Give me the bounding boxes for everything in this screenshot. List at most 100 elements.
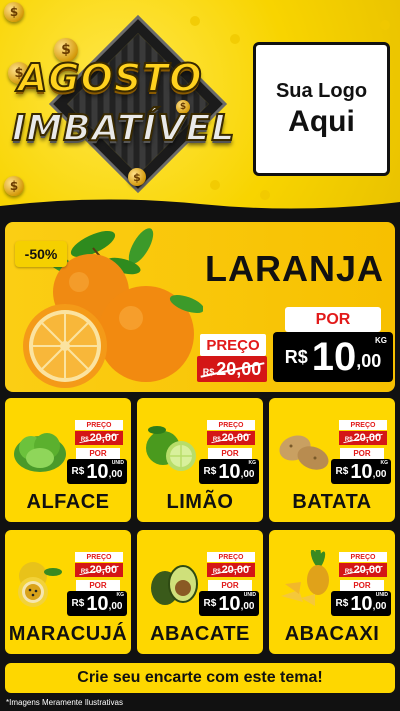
old-price-box: R$20,00: [207, 431, 255, 445]
product-name: LIMÃO: [166, 491, 234, 513]
old-price-box: R$20,00: [207, 563, 255, 577]
currency-symbol: R$: [71, 598, 85, 609]
header-banner: $ $ $ $ $ $ AGOSTO IMBATÍVEL Sua Logo Aq…: [0, 0, 400, 215]
featured-product-name: LARANJA: [205, 248, 385, 289]
price-decimal: ,00: [108, 601, 123, 612]
new-price-label: POR: [208, 580, 252, 591]
old-price-box: R$20,00: [339, 431, 387, 445]
old-price-label: PREÇO: [207, 420, 255, 430]
old-price-label: PREÇO: [75, 552, 123, 562]
price-decimal: ,00: [108, 469, 123, 480]
price-integer: 10: [311, 335, 357, 379]
logo-placeholder: Sua Logo Aqui: [253, 42, 390, 176]
price-unit: KG: [380, 460, 389, 466]
new-price-box: R$ 10 ,00 KG: [273, 332, 393, 382]
old-price-text: R$20,00: [80, 432, 118, 444]
decorative-dot: [380, 20, 390, 30]
price-unit: UNID: [111, 460, 124, 466]
product-name: MARACUJÁ: [8, 623, 128, 645]
old-price-box: R$20,00: [75, 563, 123, 577]
currency-symbol: R$: [284, 346, 308, 367]
old-price-label: PREÇO: [339, 420, 387, 430]
new-price-label: POR: [340, 448, 384, 459]
currency-symbol: R$: [203, 598, 217, 609]
old-price-label: PREÇO: [339, 552, 387, 562]
new-price-label: POR: [340, 580, 384, 591]
product-name: ALFACE: [26, 491, 110, 513]
decorative-dot: [230, 34, 240, 44]
featured-product-card[interactable]: -50% LARANJA PREÇO R$ 20,00 POR R$ 10 ,00…: [5, 222, 395, 392]
promo-title-line2: IMBATÍVEL: [11, 107, 236, 150]
promo-title-line1: AGOSTO: [17, 55, 203, 101]
product-name: ABACATE: [150, 623, 250, 645]
price-decimal: ,00: [372, 469, 387, 480]
price-integer: 10: [350, 460, 373, 483]
coin-icon: $: [4, 2, 24, 22]
cta-banner[interactable]: Crie seu encarte com este tema!: [5, 663, 395, 693]
old-price-text: R$20,00: [212, 564, 250, 576]
logo-text-line2: Aqui: [288, 104, 355, 138]
price-integer: 10: [218, 592, 241, 615]
new-price-label: POR: [76, 580, 120, 591]
new-price-box: R$ 10 ,00 UNID: [67, 459, 127, 484]
currency-symbol: R$: [335, 466, 349, 477]
currency-symbol: R$: [71, 466, 85, 477]
price-unit: KG: [375, 336, 387, 345]
price-decimal: ,00: [240, 469, 255, 480]
potato-icon: [279, 435, 329, 470]
wave-divider: [0, 199, 400, 222]
price-unit: UNID: [243, 592, 256, 598]
new-price-label: POR: [285, 307, 381, 332]
new-price-box: R$ 10 ,00 KG: [331, 459, 391, 484]
old-price-box: R$20,00: [75, 431, 123, 445]
price-unit: KG: [116, 592, 125, 598]
passion-fruit-icon: [18, 562, 62, 607]
price-integer: 10: [350, 592, 373, 615]
new-price-label: POR: [208, 448, 252, 459]
product-card-abacaxi[interactable]: PREÇO R$20,00 POR R$ 10 ,00 UNID ABACAXI: [269, 530, 395, 654]
currency-symbol: R$: [335, 598, 349, 609]
lettuce-icon: [14, 433, 66, 472]
price-decimal: ,00: [372, 601, 387, 612]
price-unit: KG: [248, 460, 257, 466]
new-price-box: R$ 10 ,00 KG: [199, 459, 259, 484]
price-integer: 10: [86, 460, 109, 483]
new-price-box: R$ 10 ,00 KG: [67, 591, 127, 616]
diamond-frame-graphic: [53, 19, 223, 189]
old-price-text: R$20,00: [212, 432, 250, 444]
old-price-box: R$20,00: [197, 356, 267, 382]
old-price-text: R$20,00: [202, 358, 262, 379]
old-price-text: R$20,00: [80, 564, 118, 576]
discount-badge: -50%: [15, 241, 67, 267]
old-price-label: PREÇO: [75, 420, 123, 430]
price-unit: UNID: [375, 592, 388, 598]
old-price-label: PREÇO: [207, 552, 255, 562]
product-card-maracujá[interactable]: PREÇO R$20,00 POR R$ 10 ,00 KG MARACUJÁ: [5, 530, 131, 654]
old-price-text: R$20,00: [344, 564, 382, 576]
logo-text-line1: Sua Logo: [275, 79, 368, 102]
new-price-label: POR: [76, 448, 120, 459]
old-price-label: PREÇO: [200, 334, 266, 356]
product-card-batata[interactable]: PREÇO R$20,00 POR R$ 10 ,00 KG BATATA: [269, 398, 395, 522]
product-card-alface[interactable]: PREÇO R$20,00 POR R$ 10 ,00 UNID ALFACE: [5, 398, 131, 522]
decorative-dot: [190, 16, 200, 26]
price-decimal: ,00: [356, 351, 382, 371]
price-integer: 10: [218, 460, 241, 483]
product-card-abacate[interactable]: PREÇO R$20,00 POR R$ 10 ,00 UNID ABACATE: [137, 530, 263, 654]
price-decimal: ,00: [240, 601, 255, 612]
avocado-icon: [151, 565, 198, 605]
pineapple-icon: [281, 550, 329, 606]
decorative-dot: [210, 180, 220, 190]
product-name: BATATA: [292, 491, 372, 513]
old-price-box: R$20,00: [339, 563, 387, 577]
price-integer: 10: [86, 592, 109, 615]
coin-icon: $: [128, 168, 146, 186]
product-name: ABACAXI: [284, 623, 380, 645]
new-price-box: R$ 10 ,00 UNID: [331, 591, 391, 616]
old-price-text: R$20,00: [344, 432, 382, 444]
product-card-limão[interactable]: PREÇO R$20,00 POR R$ 10 ,00 KG LIMÃO: [137, 398, 263, 522]
currency-symbol: R$: [203, 466, 217, 477]
lime-icon: [146, 426, 196, 471]
footnote: *Imagens Meramente Ilustrativas: [6, 698, 123, 707]
new-price-box: R$ 10 ,00 UNID: [199, 591, 259, 616]
